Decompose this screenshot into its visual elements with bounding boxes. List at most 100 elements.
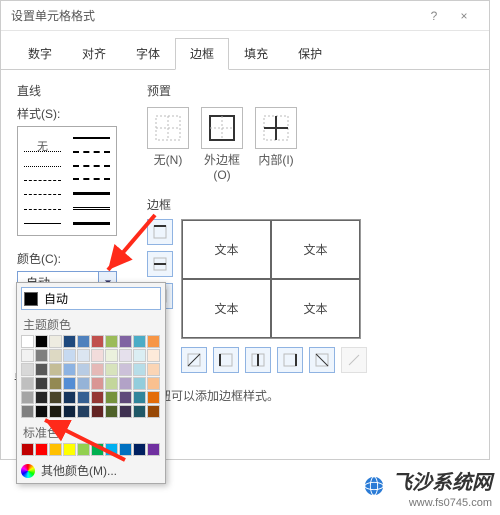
line-style-item[interactable] (24, 223, 61, 224)
border-vmid-button[interactable] (245, 347, 271, 373)
color-swatch[interactable] (105, 377, 118, 390)
color-swatch[interactable] (63, 443, 76, 456)
color-swatch[interactable] (119, 349, 132, 362)
color-swatch[interactable] (147, 443, 160, 456)
color-swatch[interactable] (77, 335, 90, 348)
color-swatch[interactable] (77, 405, 90, 418)
help-button[interactable]: ? (419, 9, 449, 23)
color-swatch[interactable] (49, 377, 62, 390)
tab-number[interactable]: 数字 (13, 38, 67, 69)
color-swatch[interactable] (119, 363, 132, 376)
tab-fill[interactable]: 填充 (229, 38, 283, 69)
border-hmid-button[interactable] (147, 251, 173, 277)
color-swatch[interactable] (35, 349, 48, 362)
preset-outline-button[interactable] (201, 107, 243, 149)
line-style-item[interactable] (24, 166, 61, 167)
color-swatch[interactable] (91, 335, 104, 348)
color-swatch[interactable] (133, 335, 146, 348)
line-style-list[interactable]: 无 (17, 126, 117, 236)
color-swatch[interactable] (119, 391, 132, 404)
color-swatch[interactable] (49, 405, 62, 418)
border-top-button[interactable] (147, 219, 173, 245)
color-swatch[interactable] (91, 363, 104, 376)
line-style-item[interactable] (73, 137, 110, 139)
color-auto-option[interactable]: 自动 (21, 287, 161, 310)
color-swatch[interactable] (119, 335, 132, 348)
color-swatch[interactable] (35, 391, 48, 404)
tab-border[interactable]: 边框 (175, 38, 229, 70)
color-swatch[interactable] (119, 377, 132, 390)
color-swatch[interactable] (77, 363, 90, 376)
color-swatch[interactable] (49, 349, 62, 362)
border-none-button[interactable] (341, 347, 367, 373)
border-left-button[interactable] (213, 347, 239, 373)
color-swatch[interactable] (63, 363, 76, 376)
preset-none-button[interactable] (147, 107, 189, 149)
border-right-button[interactable] (277, 347, 303, 373)
color-swatch[interactable] (49, 443, 62, 456)
color-swatch[interactable] (21, 405, 34, 418)
color-swatch[interactable] (105, 391, 118, 404)
color-swatch[interactable] (21, 363, 34, 376)
color-swatch[interactable] (49, 363, 62, 376)
color-swatch[interactable] (35, 405, 48, 418)
color-swatch[interactable] (105, 349, 118, 362)
tab-alignment[interactable]: 对齐 (67, 38, 121, 69)
color-swatch[interactable] (35, 443, 48, 456)
color-swatch[interactable] (91, 377, 104, 390)
color-swatch[interactable] (49, 335, 62, 348)
color-swatch[interactable] (147, 391, 160, 404)
color-swatch[interactable] (77, 391, 90, 404)
line-style-item[interactable] (73, 192, 110, 195)
color-swatch[interactable] (63, 377, 76, 390)
border-diag2-button[interactable] (309, 347, 335, 373)
color-swatch[interactable] (147, 335, 160, 348)
line-style-item[interactable] (73, 165, 110, 167)
color-swatch[interactable] (147, 349, 160, 362)
color-swatch[interactable] (63, 349, 76, 362)
color-swatch[interactable] (133, 391, 146, 404)
color-swatch[interactable] (133, 443, 146, 456)
color-swatch[interactable] (35, 363, 48, 376)
border-diag1-button[interactable] (181, 347, 207, 373)
color-swatch[interactable] (133, 349, 146, 362)
color-swatch[interactable] (147, 377, 160, 390)
close-button[interactable]: × (449, 9, 479, 23)
color-swatch[interactable] (119, 443, 132, 456)
line-style-item[interactable] (73, 151, 110, 153)
tab-protection[interactable]: 保护 (283, 38, 337, 69)
color-swatch[interactable] (77, 349, 90, 362)
tab-font[interactable]: 字体 (121, 38, 175, 69)
color-swatch[interactable] (77, 443, 90, 456)
color-swatch[interactable] (63, 405, 76, 418)
line-style-item[interactable] (24, 151, 61, 152)
more-colors-option[interactable]: 其他颜色(M)... (21, 462, 161, 479)
color-swatch[interactable] (77, 377, 90, 390)
color-swatch[interactable] (133, 377, 146, 390)
color-swatch[interactable] (105, 443, 118, 456)
color-swatch[interactable] (119, 405, 132, 418)
color-swatch[interactable] (21, 443, 34, 456)
color-swatch[interactable] (49, 391, 62, 404)
line-style-item[interactable] (73, 178, 110, 180)
color-swatch[interactable] (35, 335, 48, 348)
color-swatch[interactable] (91, 405, 104, 418)
line-style-item[interactable] (24, 209, 61, 210)
border-preview[interactable]: 文本 文本 文本 文本 (181, 219, 361, 339)
color-swatch[interactable] (21, 391, 34, 404)
color-swatch[interactable] (21, 377, 34, 390)
line-style-item[interactable] (24, 194, 61, 195)
color-swatch[interactable] (21, 335, 34, 348)
preset-inside-button[interactable] (255, 107, 297, 149)
color-swatch[interactable] (63, 391, 76, 404)
color-swatch[interactable] (91, 391, 104, 404)
line-style-item[interactable] (73, 222, 110, 225)
color-swatch[interactable] (147, 363, 160, 376)
color-swatch[interactable] (35, 377, 48, 390)
color-swatch[interactable] (91, 349, 104, 362)
color-swatch[interactable] (147, 405, 160, 418)
color-swatch[interactable] (21, 349, 34, 362)
color-swatch[interactable] (133, 405, 146, 418)
color-swatch[interactable] (105, 335, 118, 348)
color-swatch[interactable] (105, 363, 118, 376)
